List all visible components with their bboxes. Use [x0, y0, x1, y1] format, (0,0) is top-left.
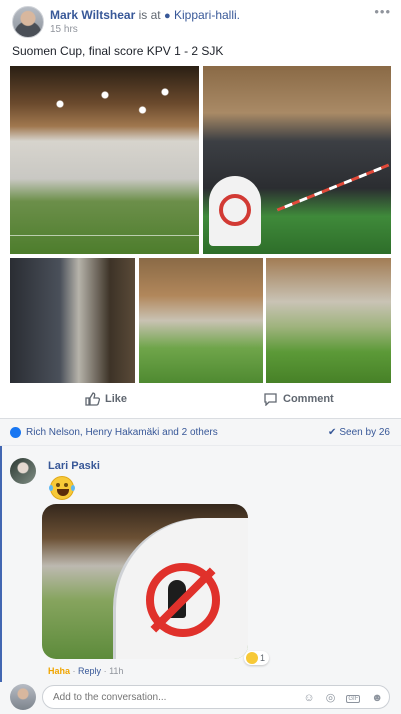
author-avatar[interactable]	[12, 6, 44, 38]
composer-tools: ☺ ◎ GIF ☻	[295, 691, 383, 704]
post-text: Suomen Cup, final score KPV 1 - 2 SJK	[12, 44, 224, 58]
checkin-text: is at	[138, 8, 161, 22]
gif-icon[interactable]: GIF	[346, 695, 361, 703]
comment-meta: Haha · Reply · 11h	[48, 666, 124, 676]
comment-composer: ☺ ◎ GIF ☻	[0, 682, 401, 714]
smiley-icon[interactable]: ☺	[303, 692, 314, 704]
spectator-crowd-photo[interactable]	[10, 258, 135, 383]
comment-highlight-rail	[0, 446, 2, 682]
haha-reaction-icon	[246, 652, 258, 664]
comment-photo[interactable]	[42, 504, 248, 659]
pitch-line	[10, 235, 199, 236]
location-pin-icon: ●	[163, 10, 171, 22]
seen-by-link[interactable]: ✔ Seen by 26	[328, 427, 390, 438]
no-football-sign	[209, 176, 261, 246]
reply-button[interactable]: Reply	[78, 666, 101, 676]
commenter-avatar[interactable]	[10, 458, 36, 484]
barrier-tape	[276, 163, 390, 212]
comment-section: Lari Paski 1 Haha · Reply · 11h ☺ ◎ GIF …	[0, 446, 401, 714]
haha-reaction-button[interactable]: Haha	[48, 666, 70, 676]
post-header: Mark Wiltshear is at ● Kippari-halli. 15…	[0, 0, 401, 44]
spectators-photo[interactable]	[203, 66, 391, 254]
laughing-tears-emoji-icon	[49, 476, 75, 500]
indoor-football-hall-photo[interactable]	[10, 66, 199, 254]
commenter-name[interactable]: Lari Paski	[48, 460, 100, 472]
author-name[interactable]: Mark Wiltshear	[50, 8, 135, 22]
thumbs-up-icon	[85, 392, 100, 406]
comment-age[interactable]: 11h	[109, 666, 123, 676]
post-actions: Like Comment	[0, 384, 401, 416]
post-time[interactable]: 15 hrs	[50, 24, 78, 35]
speech-bubble-icon	[264, 393, 277, 406]
sticker-icon[interactable]: ☻	[371, 692, 383, 704]
comment-button[interactable]: Comment	[263, 392, 334, 406]
no-football-sign	[116, 518, 248, 659]
match-action-photo[interactable]	[139, 258, 263, 383]
location-link[interactable]: Kippari-halli.	[174, 8, 240, 22]
like-reaction-icon	[10, 427, 21, 438]
prohibition-sign-icon	[219, 194, 251, 226]
like-button[interactable]: Like	[85, 392, 127, 406]
comment-reaction-count[interactable]: 1	[244, 651, 270, 665]
post-author-line: Mark Wiltshear is at ● Kippari-halli.	[50, 8, 240, 22]
camera-icon[interactable]: ◎	[326, 692, 336, 704]
reaction-summary-link[interactable]: Rich Nelson, Henry Hakamäki and 2 others	[26, 427, 218, 438]
players-photo[interactable]	[266, 258, 391, 383]
ceiling-lights	[30, 86, 180, 146]
check-icon: ✔	[328, 427, 337, 438]
current-user-avatar	[10, 684, 36, 710]
more-options-icon[interactable]: •••	[374, 4, 391, 19]
reactions-bar: Rich Nelson, Henry Hakamäki and 2 others…	[0, 418, 401, 446]
